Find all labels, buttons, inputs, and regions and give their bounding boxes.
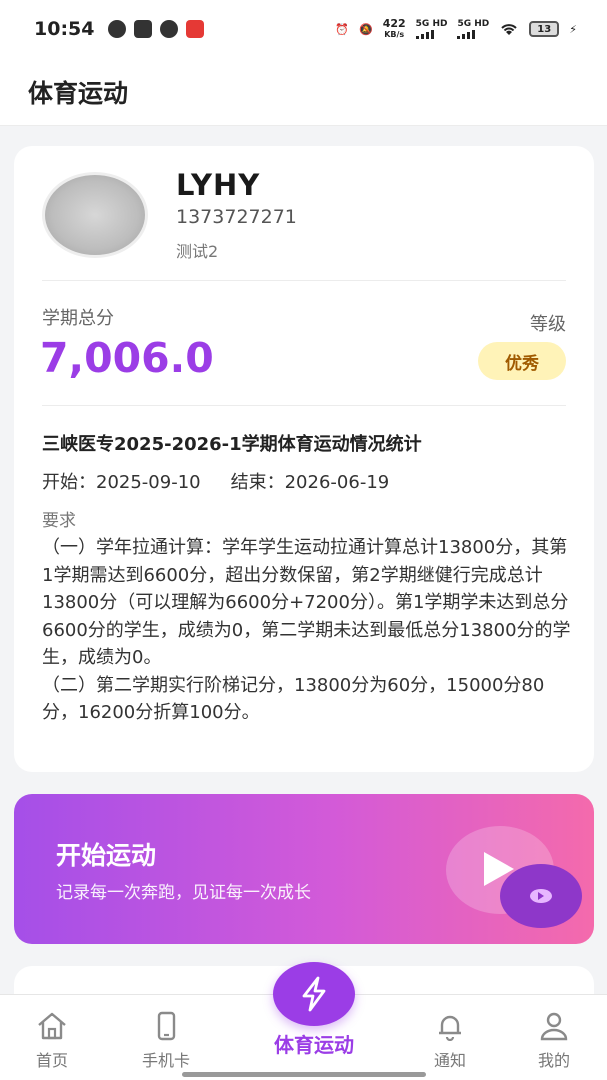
divider [42, 405, 566, 406]
phone-icon [157, 1011, 176, 1041]
user-name: LYHY [176, 168, 261, 202]
nav-mine-label: 我的 [537, 1051, 570, 1070]
avatar[interactable] [42, 172, 148, 258]
nav-home-label: 首页 [35, 1051, 68, 1070]
divider [42, 280, 566, 281]
nav-sports-label[interactable]: 体育运动 [252, 1029, 376, 1058]
status-time: 10:54 [34, 18, 95, 40]
battery-icon: 13 [529, 21, 560, 37]
start-exercise-banner[interactable]: 开始运动 记录每一次奔跑，见证每一次成长 [14, 794, 594, 944]
app-notification-icon [134, 20, 153, 38]
account-icon [108, 20, 127, 38]
signal-sim2: 5G HD [457, 19, 489, 39]
score-value: 7,006.0 [40, 334, 214, 382]
requirement-label: 要求 [42, 511, 76, 531]
user-icon [540, 1012, 568, 1041]
user-phone: 1373727271 [176, 206, 297, 228]
red-app-icon [186, 20, 205, 38]
score-label: 学期总分 [42, 308, 114, 329]
home-indicator [182, 1072, 426, 1077]
signal-sim1: 5G HD [415, 19, 447, 39]
level-label: 等级 [530, 314, 566, 335]
start-date: 开始：2025-09-10 [42, 472, 201, 493]
end-date: 结束：2026-06-19 [230, 472, 390, 493]
net-speed: 422 KB/s [382, 17, 406, 39]
sports-fab-button[interactable] [273, 962, 355, 1026]
date-range: 开始：2025-09-10 结束：2026-06-19 [42, 468, 389, 494]
start-exercise-subtitle: 记录每一次奔跑，见证每一次成长 [56, 883, 311, 903]
bell-icon [439, 1015, 461, 1041]
status-bar: 10:54 ⏰ 🔕 422 KB/s 5G HD 5G HD 13 ⚡ [0, 0, 607, 58]
charging-icon: ⚡ [569, 22, 577, 36]
nav-mine[interactable]: 我的 [514, 1011, 594, 1071]
nav-phone-card[interactable]: 手机卡 [126, 1011, 206, 1071]
alarm-icon: ⏰ [335, 22, 349, 36]
page-title: 体育运动 [28, 78, 129, 108]
nav-notice[interactable]: 通知 [410, 1011, 490, 1071]
floating-video-button[interactable] [500, 864, 582, 928]
start-exercise-title: 开始运动 [56, 841, 157, 870]
nav-phone-card-label: 手机卡 [141, 1051, 190, 1070]
stats-title: 三峡医专2025-2026-1学期体育运动情况统计 [42, 434, 422, 455]
requirement-text: （一）学年拉通计算：学年学生运动拉通计算总计13800分，其第1学期需达到660… [42, 537, 571, 723]
home-icon [38, 1012, 66, 1040]
profile-card: LYHY 1373727271 测试2 学期总分 7,006.0 等级 优秀 三… [14, 146, 594, 772]
mute-icon: 🔕 [359, 22, 373, 36]
message-icon [160, 20, 179, 38]
nav-home[interactable]: 首页 [12, 1011, 92, 1071]
video-play-icon [530, 889, 552, 903]
app-header: 体育运动 [0, 58, 607, 126]
lightning-icon [302, 976, 326, 1012]
wifi-icon [499, 21, 519, 37]
level-badge: 优秀 [478, 342, 566, 380]
user-tag: 测试2 [176, 242, 219, 261]
nav-notice-label: 通知 [433, 1051, 466, 1070]
